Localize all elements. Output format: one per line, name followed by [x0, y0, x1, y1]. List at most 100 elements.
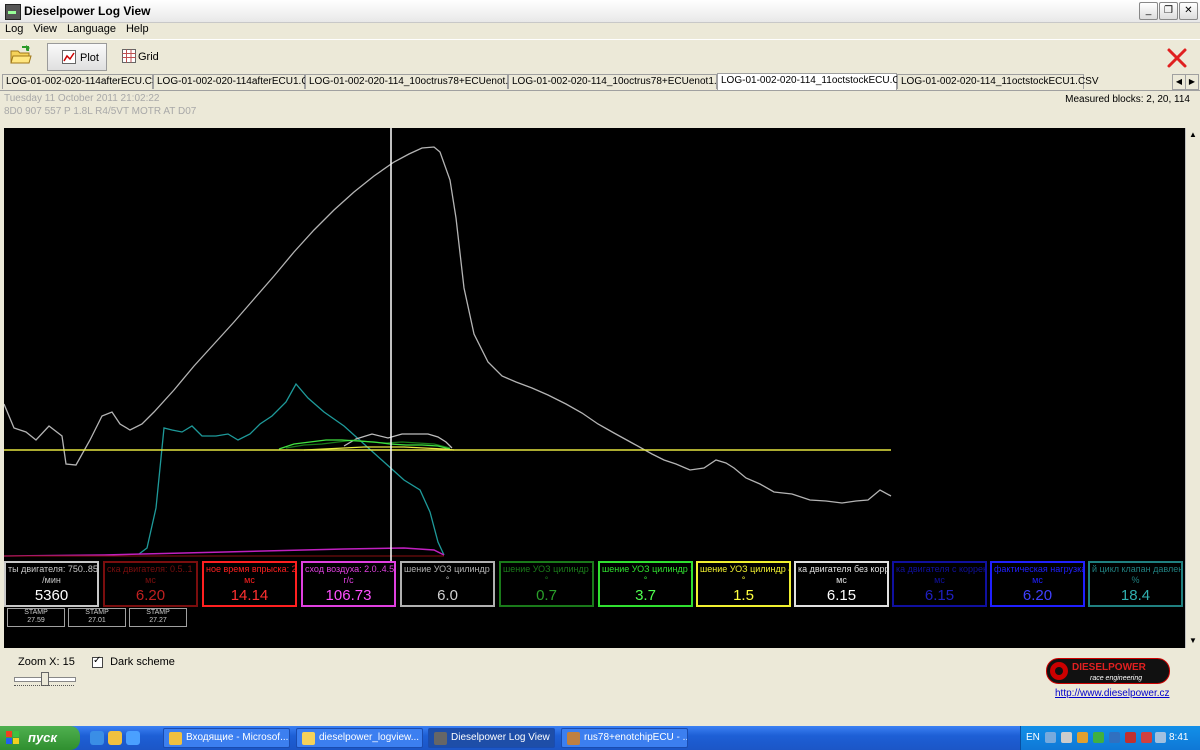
tab-file-3[interactable]: LOG-01-002-020-114_10octrus78+ECUenot.CS…: [305, 74, 529, 89]
channel-timing-cyl-4[interactable]: шение УОЗ цилиндр 4 ° 1.5: [696, 561, 791, 607]
channel-value: 6.20: [135, 587, 166, 604]
plot-scrollbar[interactable]: ▲ ▼: [1185, 128, 1200, 648]
ecu-id: 8D0 907 557 P 1.8L R4/5VT MOTR AT D07: [4, 106, 197, 117]
plot-icon: [62, 50, 76, 64]
menu-help[interactable]: Help: [121, 22, 154, 36]
channel-name: ка двигателя с коррек: [896, 564, 987, 574]
channel-value: 6.0: [437, 587, 458, 604]
stamp-label: STAMP: [85, 609, 109, 616]
task-rus78[interactable]: rus78+enotchipECU - ...: [561, 728, 688, 748]
channel-injection-time[interactable]: ска двигателя: 0.5..1 мс 6.20: [103, 561, 198, 607]
channel-total-injection[interactable]: ное время впрыска: 2 мс 14.14: [202, 561, 297, 607]
ie-alt-icon[interactable]: [126, 731, 140, 745]
channel-actual-load[interactable]: фактическая нагрузка мс 6.20: [990, 561, 1085, 607]
ie-icon[interactable]: [90, 731, 104, 745]
trace-air-mass: [4, 547, 445, 557]
channel-name: шение УОЗ цилиндр 3: [602, 564, 693, 574]
title-bar[interactable]: Dieselpower Log View _ ❐ ✕: [0, 0, 1200, 23]
channel-value: 1.5: [733, 587, 754, 604]
stamp-1: STAMP 27.59: [7, 608, 65, 627]
channel-value: 18.4: [1120, 587, 1151, 604]
website-link[interactable]: http://www.dieselpower.cz: [1055, 688, 1170, 699]
tab-file-2[interactable]: LOG-01-002-020-114afterECU1.CSV: [153, 74, 322, 89]
minimize-button[interactable]: _: [1139, 2, 1158, 20]
maximize-button[interactable]: ❐: [1159, 2, 1178, 20]
channel-timing-cyl-2[interactable]: шение УОЗ цилиндр 2 ° 0.7: [499, 561, 594, 607]
menu-log[interactable]: Log: [0, 22, 28, 36]
mail-icon[interactable]: [108, 731, 122, 745]
dieselpower-logo: DIESELPOWER race engineering: [1046, 658, 1170, 684]
outlook-icon: [169, 732, 182, 745]
tab-scroll-left[interactable]: ◀: [1172, 74, 1186, 90]
channel-value: 0.7: [536, 587, 557, 604]
app-window: Dieselpower Log View _ ❐ ✕ Log View Langua…: [0, 0, 1200, 726]
channel-unit: °: [544, 575, 549, 585]
channel-name: ска двигателя: 0.5..1: [107, 564, 193, 574]
start-label: пуск: [28, 730, 57, 745]
channel-value: 5360: [34, 587, 69, 604]
channel-timing-cyl-1[interactable]: шение УОЗ цилиндр 1 ° 6.0: [400, 561, 495, 607]
dark-scheme-label: Dark scheme: [110, 656, 175, 668]
start-button[interactable]: пуск: [0, 726, 80, 750]
channel-timing-cyl-3[interactable]: шение УОЗ цилиндр 3 ° 3.7: [598, 561, 693, 607]
volume-tray-icon[interactable]: [1155, 732, 1166, 743]
windows-flag-icon: [6, 731, 19, 744]
language-indicator[interactable]: EN: [1026, 732, 1040, 743]
channel-injection-uncorrected[interactable]: ка двигателя без корр мс 6.15: [794, 561, 889, 607]
grid-label: Grid: [138, 51, 159, 63]
security-tray-icon[interactable]: [1077, 732, 1088, 743]
task-outlook[interactable]: Входящие - Microsof...: [163, 728, 290, 748]
channel-injection-corrected[interactable]: ка двигателя с коррек мс 6.15: [892, 561, 987, 607]
plot-area[interactable]: ты двигателя: 750..85 /мин 5360 ска двиг…: [4, 128, 1193, 648]
stamp-label: STAMP: [146, 609, 170, 616]
channel-pressure-valve-duty[interactable]: й цикл клапан давлен % 18.4: [1088, 561, 1183, 607]
dark-scheme-checkbox[interactable]: Dark scheme: [92, 655, 175, 668]
tab-file-4[interactable]: LOG-01-002-020-114_10octrus78+ECUenot1.C…: [508, 74, 737, 89]
channel-name: шение УОЗ цилиндр 4: [700, 564, 791, 574]
app-tray-icon[interactable]: [1109, 732, 1120, 743]
file-tabs: LOG-01-002-020-114afterECU.CSV LOG-01-00…: [0, 73, 1200, 91]
close-window-button[interactable]: ✕: [1179, 2, 1198, 20]
task-logview[interactable]: Dieselpower Log View: [428, 728, 555, 748]
channel-unit: /мин: [42, 575, 61, 585]
menu-bar: Log View Language Help: [0, 22, 1200, 38]
scroll-down-button[interactable]: ▼: [1186, 634, 1200, 648]
antivirus-tray-icon[interactable]: [1125, 732, 1136, 743]
trace-valve-duty: [138, 382, 445, 556]
tab-file-6[interactable]: LOG-01-002-020-114_11octstockECU1.CSV: [897, 74, 1099, 89]
task-label: Dieselpower Log View: [451, 732, 550, 743]
plot-button[interactable]: Plot: [47, 43, 107, 71]
en-tray-icon[interactable]: [1141, 732, 1152, 743]
zoom-slider-thumb[interactable]: [41, 672, 49, 686]
channel-unit: мс: [244, 575, 255, 585]
checkbox-icon[interactable]: [92, 655, 103, 668]
window-title: Dieselpower Log View: [24, 4, 151, 18]
network-tray-icon[interactable]: [1061, 732, 1072, 743]
update-tray-icon[interactable]: [1093, 732, 1104, 743]
zoom-slider-ticks: [14, 685, 74, 689]
task-explorer[interactable]: dieselpower_logview...: [296, 728, 423, 748]
stamp-3: STAMP 27.27: [129, 608, 187, 627]
tab-file-1[interactable]: LOG-01-002-020-114afterECU.CSV: [2, 74, 165, 89]
stamp-value: 27.01: [88, 617, 106, 624]
channel-unit: мс: [934, 575, 945, 585]
tab-file-5[interactable]: LOG-01-002-020-114_11octstockECU.CSV: [717, 73, 913, 90]
menu-language[interactable]: Language: [62, 22, 121, 36]
task-label: dieselpower_logview...: [319, 732, 420, 743]
grid-button[interactable]: Grid: [114, 43, 174, 71]
help-tray-icon[interactable]: [1045, 732, 1056, 743]
open-folder-icon[interactable]: [10, 45, 32, 65]
logo-text: DIESELPOWER: [1072, 662, 1147, 673]
scroll-up-button[interactable]: ▲: [1186, 128, 1200, 142]
app-icon: [5, 4, 21, 20]
channel-unit: °: [741, 575, 746, 585]
channel-rpm[interactable]: ты двигателя: 750..85 /мин 5360: [4, 561, 99, 607]
channel-value: 6.20: [1022, 587, 1053, 604]
tab-scroll-right[interactable]: ▶: [1185, 74, 1199, 90]
zoom-slider[interactable]: [14, 672, 76, 689]
channel-air-mass[interactable]: сход воздуха: 2.0..4.5 г/с 106.73: [301, 561, 396, 607]
close-log-icon[interactable]: [1166, 47, 1188, 69]
channel-name: ка двигателя без корр: [798, 564, 889, 574]
channel-unit: мс: [1032, 575, 1043, 585]
menu-view[interactable]: View: [28, 22, 62, 36]
